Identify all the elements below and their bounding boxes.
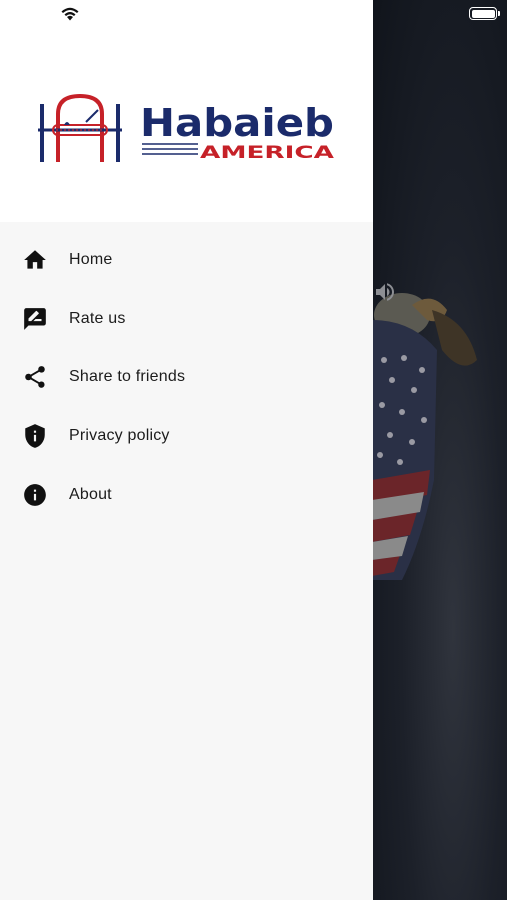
- navigation-drawer: Habaieb AMERICA Home Rate us Share to fr…: [0, 0, 373, 900]
- logo-subtitle: AMERICA: [200, 143, 335, 163]
- menu-item-label: Share to friends: [69, 368, 186, 386]
- rate-review-icon: [22, 306, 48, 332]
- menu-item-about[interactable]: About: [0, 465, 373, 524]
- menu-item-label: About: [69, 485, 112, 503]
- background-scene: [372, 0, 507, 900]
- menu-item-share[interactable]: Share to friends: [0, 348, 373, 407]
- menu-item-privacy-policy[interactable]: Privacy policy: [0, 407, 373, 466]
- info-icon: [22, 482, 48, 508]
- status-time: 11:17 AM: [221, 5, 286, 22]
- habaieb-america-logo: Habaieb AMERICA: [38, 93, 335, 163]
- home-icon: [22, 247, 48, 273]
- battery-icon: [469, 7, 500, 20]
- drawer-header: Habaieb AMERICA: [0, 0, 373, 222]
- menu-item-label: Rate us: [69, 309, 126, 327]
- menu-item-home[interactable]: Home: [0, 231, 373, 290]
- drawer-menu: Home Rate us Share to friends Privacy po…: [0, 231, 373, 524]
- menu-item-label: Privacy policy: [69, 427, 170, 445]
- eagle-flag-image: [372, 293, 477, 580]
- share-icon: [22, 364, 48, 390]
- status-bar: Carrier 11:17 AM: [0, 0, 507, 26]
- menu-item-rate-us[interactable]: Rate us: [0, 290, 373, 349]
- menu-item-label: Home: [69, 251, 113, 269]
- logo-brand-name: Habaieb: [140, 101, 334, 145]
- volume-icon[interactable]: [372, 280, 398, 304]
- shield-icon: [22, 423, 48, 449]
